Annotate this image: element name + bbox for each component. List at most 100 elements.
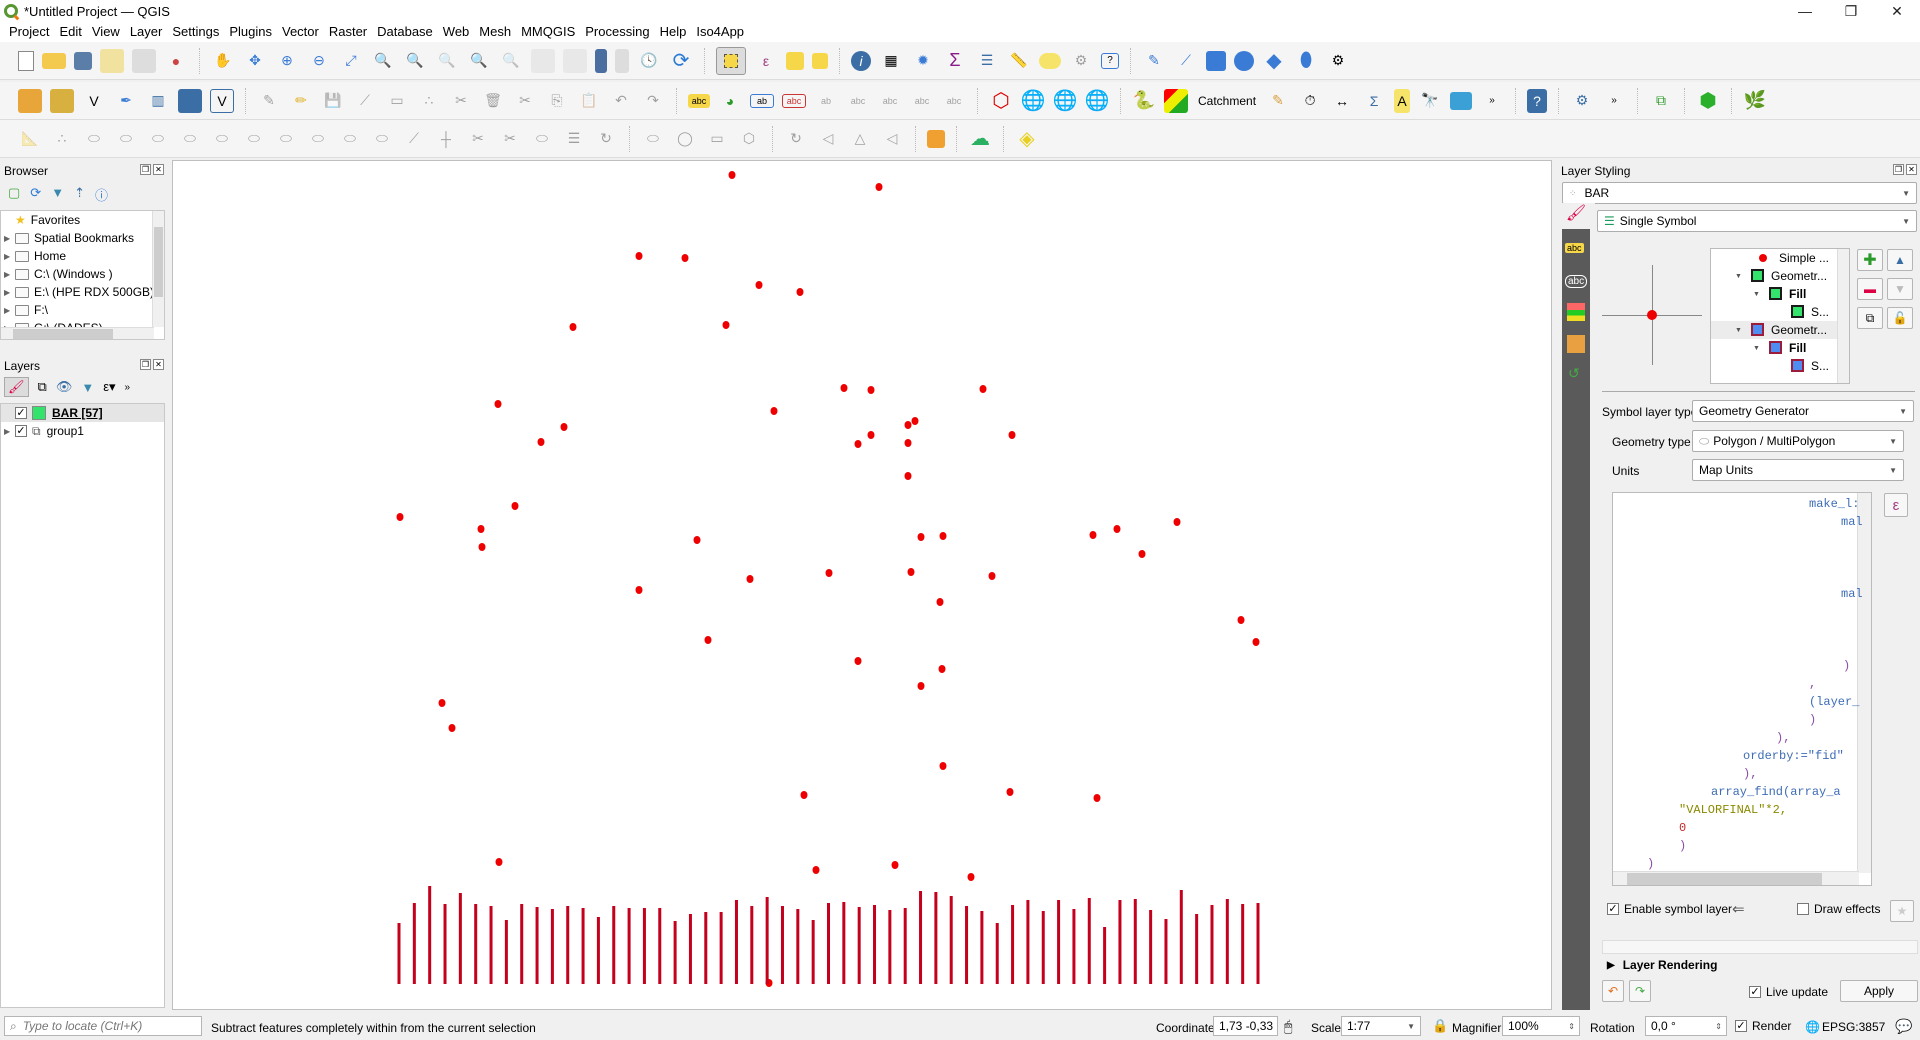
split-features-icon[interactable]: ✂ <box>466 127 490 151</box>
map-point[interactable] <box>867 431 875 439</box>
apply-button[interactable]: Apply <box>1840 980 1918 1002</box>
map-point[interactable] <box>907 568 915 576</box>
float-panel-icon[interactable]: ❐ <box>140 164 151 175</box>
symbol-layer-item[interactable]: ▼ Geometr... <box>1711 321 1849 339</box>
redo-button[interactable]: ↷ <box>1629 980 1651 1002</box>
map-bar[interactable] <box>627 908 631 984</box>
style-panel-toggle-icon[interactable]: 🖌 <box>4 377 29 397</box>
pan-to-selection-icon[interactable]: ✥ <box>243 49 267 73</box>
3d-view-tab-icon[interactable] <box>1567 303 1585 321</box>
add-group-icon[interactable]: ⧉ <box>38 379 47 395</box>
map-bar[interactable] <box>658 908 662 984</box>
remove-symbol-layer-button[interactable]: ▬ <box>1857 278 1883 300</box>
browser-hscrollbar[interactable] <box>1 327 154 339</box>
circle-tool-icon[interactable]: ◯ <box>673 127 697 151</box>
map-bar[interactable] <box>428 886 432 984</box>
crs-button[interactable]: 🌐 EPSG:3857 <box>1805 1020 1885 1034</box>
map-bar[interactable] <box>734 900 738 984</box>
map-bar[interactable] <box>1057 900 1061 984</box>
toggle-extents-icon[interactable]: 🖱 <box>1284 1018 1292 1035</box>
split-features-icon[interactable]: ⬮ <box>1294 49 1318 73</box>
browser-item-home[interactable]: ▶ Home <box>1 247 164 265</box>
draw-effects[interactable]: Draw effects <box>1797 902 1880 916</box>
vertex-tool-icon[interactable]: ∴ <box>417 89 441 113</box>
filter-legend-icon[interactable]: ▼ <box>81 380 94 395</box>
symbol-hscrollbar[interactable] <box>1602 940 1918 954</box>
digitize-rectangle-icon[interactable] <box>1206 50 1226 71</box>
annotation-icon[interactable]: ⚙ <box>1069 49 1093 73</box>
rotate-label-icon[interactable]: abc <box>878 89 902 113</box>
browser-item-drive-e[interactable]: ▶ E:\ (HPE RDX 500GB) <box>1 283 164 301</box>
map-point[interactable] <box>755 281 763 289</box>
map-bar[interactable] <box>458 893 462 984</box>
history-tab-icon[interactable]: ↺ <box>1568 365 1580 382</box>
layer-rendering-section[interactable]: ▶ Layer Rendering <box>1607 958 1717 972</box>
new-geopackage-icon[interactable]: ▥ <box>146 89 170 113</box>
map-point[interactable] <box>537 438 545 446</box>
minimize-button[interactable]: — <box>1782 0 1828 22</box>
map-point[interactable] <box>1006 788 1014 796</box>
map-point[interactable] <box>438 699 446 707</box>
catchment-icon[interactable] <box>1164 88 1188 113</box>
map-point[interactable] <box>911 417 919 425</box>
collapse-arrow-icon[interactable]: ▼ <box>1735 273 1742 280</box>
map-bar[interactable] <box>642 908 646 984</box>
map-bar[interactable] <box>873 905 877 984</box>
map-point[interactable] <box>448 724 456 732</box>
map-point[interactable] <box>1173 518 1181 526</box>
network-plugin-icon[interactable]: ⚙ <box>1570 89 1594 113</box>
zoom-native-icon[interactable]: 🔍 <box>435 49 459 73</box>
manage-themes-icon[interactable]: 👁 <box>56 379 73 395</box>
menu-mmqgis[interactable]: MMQGIS <box>516 22 580 42</box>
map-point[interactable] <box>704 636 712 644</box>
refresh-browser-icon[interactable]: ⟳ <box>30 185 41 204</box>
map-bar[interactable] <box>1103 927 1107 984</box>
map-point[interactable] <box>1237 616 1245 624</box>
binoculars-icon[interactable]: 🔭 <box>1418 89 1442 113</box>
symbol-layer-item[interactable]: Simple ... <box>1711 249 1849 267</box>
map-point[interactable] <box>812 866 820 874</box>
map-point[interactable] <box>867 386 875 394</box>
map-point[interactable] <box>891 861 899 869</box>
draw-effects-checkbox[interactable] <box>1797 903 1809 915</box>
browser-item-drive-f[interactable]: ▶ F:\ <box>1 301 164 319</box>
add-wms-icon[interactable]: 🌐 <box>1021 89 1046 113</box>
zoom-out-icon[interactable]: ⊖ <box>307 49 331 73</box>
identify-icon[interactable]: i <box>851 50 871 71</box>
snap-segment-icon[interactable]: △ <box>848 127 872 151</box>
merge-features-icon[interactable]: ⬭ <box>530 127 554 151</box>
fill-ring-icon[interactable]: ⬭ <box>242 127 266 151</box>
modify-attributes-icon[interactable]: ✂ <box>449 89 473 113</box>
properties-icon[interactable]: ⓘ <box>95 185 108 204</box>
close-panel-icon[interactable]: ✕ <box>1906 164 1917 175</box>
map-bar[interactable] <box>397 923 401 984</box>
metasearch-icon[interactable]: 🌐 <box>1085 89 1110 113</box>
geometry-type-select[interactable]: ⬭ Polygon / MultiPolygon ▼ <box>1692 430 1904 452</box>
layer-select[interactable]: ⁘ BAR ▼ <box>1562 182 1917 204</box>
new-bookmark-icon[interactable] <box>595 48 607 73</box>
map-bar[interactable] <box>765 897 769 984</box>
float-panel-icon[interactable]: ❐ <box>140 359 151 370</box>
map-bar[interactable] <box>474 904 478 984</box>
pin-labels-icon[interactable]: ab <box>750 93 774 108</box>
statistics-icon[interactable]: Σ <box>943 49 967 73</box>
map-point[interactable] <box>635 586 643 594</box>
attribute-table-icon[interactable]: ☰ <box>975 49 999 73</box>
map-point[interactable] <box>917 682 925 690</box>
locator-search-input[interactable]: ⌕ Type to locate (Ctrl+K) <box>4 1016 202 1036</box>
browser-item-favorites[interactable]: ★ Favorites <box>1 211 164 229</box>
messages-icon[interactable]: 💬 <box>1895 1018 1912 1035</box>
map-bar[interactable] <box>1225 899 1229 984</box>
rect-tool-icon[interactable]: ▭ <box>705 127 729 151</box>
map-point[interactable] <box>635 252 643 260</box>
filter-by-expression-icon[interactable]: ε▾ <box>103 379 115 395</box>
select-by-expression-icon[interactable]: ε <box>754 49 778 73</box>
merge-attributes-icon[interactable]: ☰ <box>562 127 586 151</box>
undo-button[interactable]: ↶ <box>1602 980 1624 1002</box>
save-project-icon[interactable] <box>74 51 92 70</box>
symbology-tab-icon[interactable]: 🖌 <box>1557 203 1595 229</box>
enable-symbol-layer[interactable]: ✓ Enable symbol layer <box>1607 902 1732 916</box>
layer-item-group1[interactable]: ▶ ✓ ⧉ group1 <box>1 422 164 440</box>
map-bar[interactable] <box>1256 903 1260 984</box>
map-point[interactable] <box>939 532 947 540</box>
